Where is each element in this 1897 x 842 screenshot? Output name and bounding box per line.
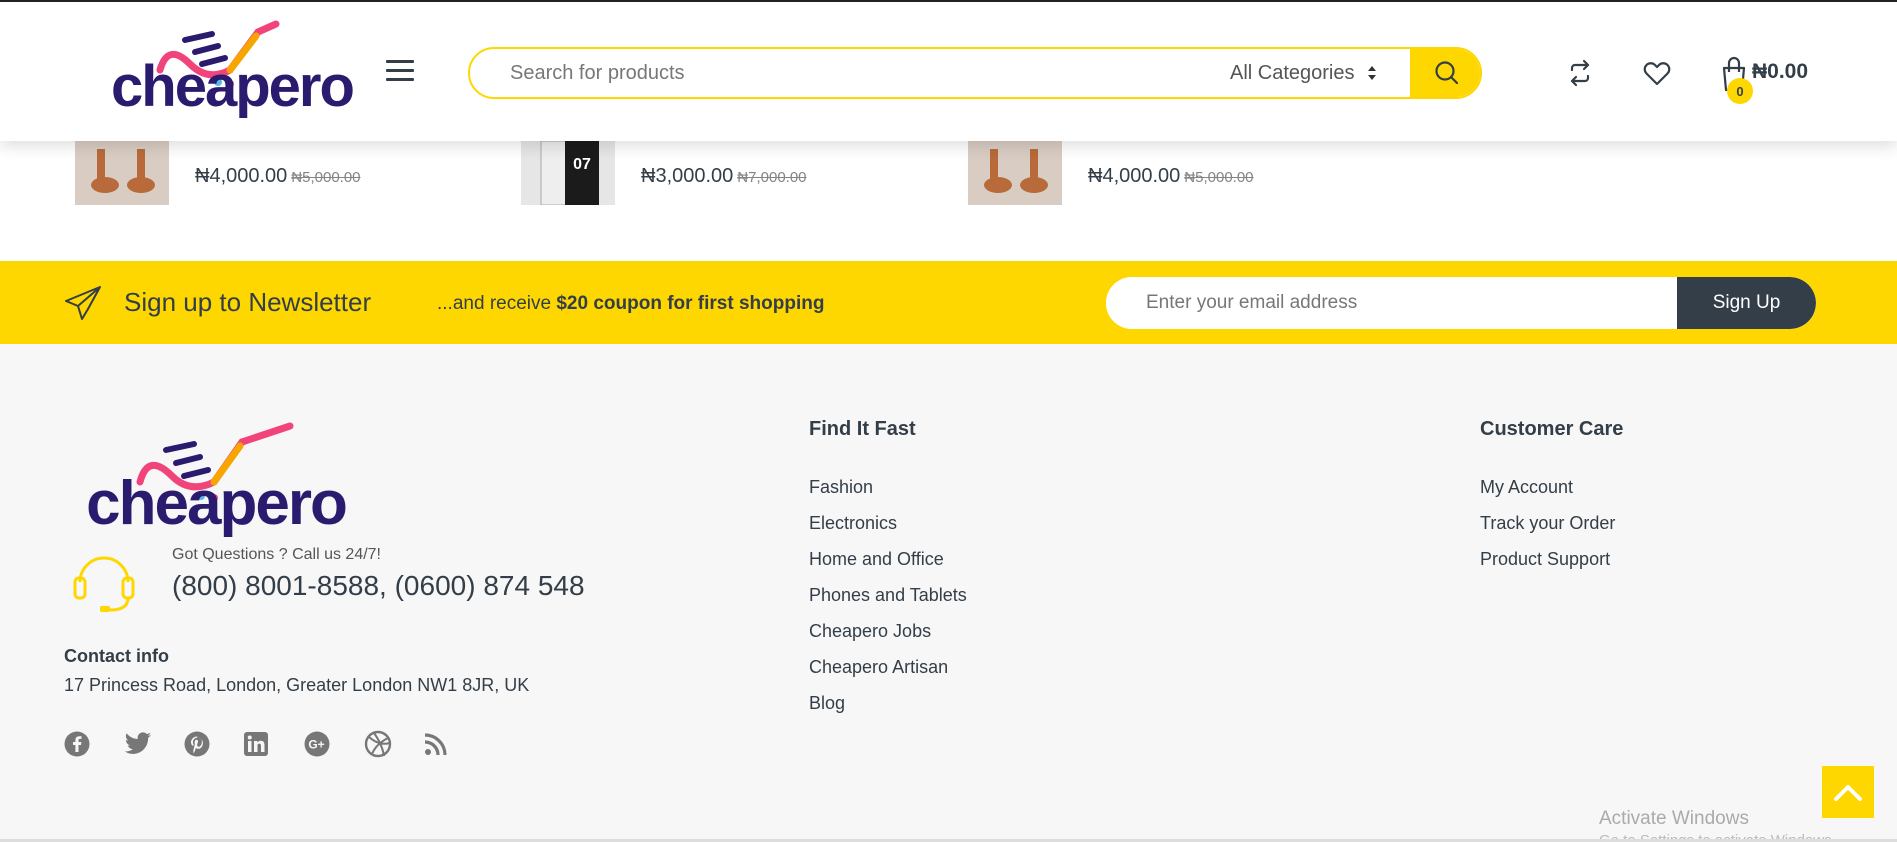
top-border	[0, 0, 1897, 2]
twitter-link[interactable]	[124, 729, 184, 759]
site-logo[interactable]: cheapero	[90, 12, 375, 132]
search-bar: All Categories	[468, 47, 1482, 99]
google-plus-link[interactable]: G+	[304, 729, 364, 759]
footer-link-electronics[interactable]: Electronics	[809, 510, 967, 546]
newsletter-coupon-text: $20 coupon for first shopping	[556, 293, 825, 314]
sign-up-button[interactable]: Sign Up	[1677, 277, 1816, 329]
newsletter-email-input[interactable]	[1106, 277, 1676, 329]
footer-link-jobs[interactable]: Cheapero Jobs	[809, 618, 967, 654]
facebook-link[interactable]	[64, 729, 124, 759]
site-footer: cheapero Got Questions ? Call us 24/7! (…	[0, 344, 1897, 842]
product-thumbnail[interactable]	[75, 141, 169, 205]
product-thumbnail[interactable]	[968, 141, 1062, 205]
product-price: ₦4,000.00 ₦5,000.00	[195, 165, 361, 188]
search-icon	[1435, 61, 1459, 85]
footer-link-product-support[interactable]: Product Support	[1480, 546, 1615, 582]
chevron-up-icon	[1834, 785, 1862, 801]
linkedin-icon	[244, 732, 268, 756]
find-it-fast-title: Find It Fast	[809, 418, 916, 440]
hamburger-line	[386, 60, 414, 63]
newsletter-bar: Sign up to Newsletter ...and receive $20…	[0, 261, 1897, 344]
dribbble-icon	[364, 730, 392, 758]
product-strip: ₦4,000.00 ₦5,000.00 07 ₦3,000.00 ₦7,000.00…	[0, 141, 1897, 261]
footer-link-blog[interactable]: Blog	[809, 690, 967, 726]
search-button[interactable]	[1410, 49, 1480, 97]
old-price: ₦5,000.00	[291, 169, 361, 186]
twitter-icon	[124, 732, 151, 754]
contact-address: 17 Princess Road, London, Greater London…	[64, 675, 530, 695]
linkedin-link[interactable]	[244, 729, 304, 759]
find-it-fast-links: Fashion Electronics Home and Office Phon…	[809, 474, 967, 726]
old-price: ₦5,000.00	[1184, 169, 1254, 186]
google-plus-icon: G+	[304, 731, 330, 757]
product-price: ₦3,000.00 ₦7,000.00	[641, 165, 807, 188]
footer-link-home-office[interactable]: Home and Office	[809, 546, 967, 582]
hamburger-line	[386, 69, 414, 72]
current-price: ₦3,000.00	[641, 165, 734, 187]
customer-care-title: Customer Care	[1480, 418, 1624, 440]
current-price: ₦4,000.00	[195, 165, 288, 187]
support-phone-numbers: (800) 8001-8588, (0600) 874 548	[172, 570, 585, 601]
svg-text:07: 07	[573, 156, 591, 173]
contact-info-title: Contact info	[64, 646, 169, 666]
cart-total[interactable]: ₦0.00	[1752, 60, 1808, 84]
hamburger-line	[386, 78, 414, 81]
pinterest-link[interactable]	[184, 729, 244, 759]
dribbble-link[interactable]	[364, 729, 424, 759]
footer-logo[interactable]: cheapero	[64, 420, 369, 550]
footer-link-phones-tablets[interactable]: Phones and Tablets	[809, 582, 967, 618]
product-thumbnail[interactable]: 07	[521, 141, 615, 205]
footer-link-my-account[interactable]: My Account	[1480, 474, 1615, 510]
category-select[interactable]: All Categories	[1230, 49, 1430, 97]
windows-activation-watermark: Activate Windows	[1599, 808, 1749, 829]
cart-count-badge: 0	[1727, 78, 1753, 104]
old-price: ₦7,000.00	[737, 169, 807, 186]
headset-support-icon	[73, 556, 135, 612]
customer-care-links: My Account Track your Order Product Supp…	[1480, 474, 1615, 582]
svg-text:cheapero: cheapero	[86, 469, 346, 538]
social-links: G+	[64, 729, 484, 759]
wishlist-heart-icon[interactable]	[1642, 58, 1672, 88]
newsletter-title: Sign up to Newsletter	[124, 287, 372, 317]
newsletter-form: Sign Up	[1106, 277, 1816, 329]
footer-link-track-order[interactable]: Track your Order	[1480, 510, 1615, 546]
rss-icon	[424, 733, 447, 756]
footer-link-artisan[interactable]: Cheapero Artisan	[809, 654, 967, 690]
current-price: ₦4,000.00	[1088, 165, 1181, 187]
newsletter-sub-prefix: ...and receive	[437, 293, 557, 314]
newsletter-subtitle: ...and receive $20 coupon for first shop…	[437, 293, 824, 315]
paper-plane-icon	[65, 286, 101, 320]
rss-link[interactable]	[424, 729, 484, 759]
compare-icon[interactable]	[1565, 58, 1595, 88]
site-header: cheapero All Categories 0 ₦0.00	[0, 2, 1897, 141]
menu-toggle-button[interactable]	[386, 60, 414, 84]
search-input[interactable]	[470, 49, 1190, 97]
scroll-to-top-button[interactable]	[1822, 766, 1874, 818]
footer-link-fashion[interactable]: Fashion	[809, 474, 967, 510]
facebook-icon	[64, 731, 90, 757]
product-price: ₦4,000.00 ₦5,000.00	[1088, 165, 1254, 188]
category-select-value: All Categories	[1230, 61, 1355, 84]
support-question: Got Questions ? Call us 24/7!	[172, 546, 381, 563]
pinterest-icon	[184, 731, 210, 757]
select-arrows-icon	[1368, 66, 1376, 80]
svg-text:cheapero: cheapero	[111, 54, 353, 119]
svg-text:G+: G+	[308, 738, 324, 752]
